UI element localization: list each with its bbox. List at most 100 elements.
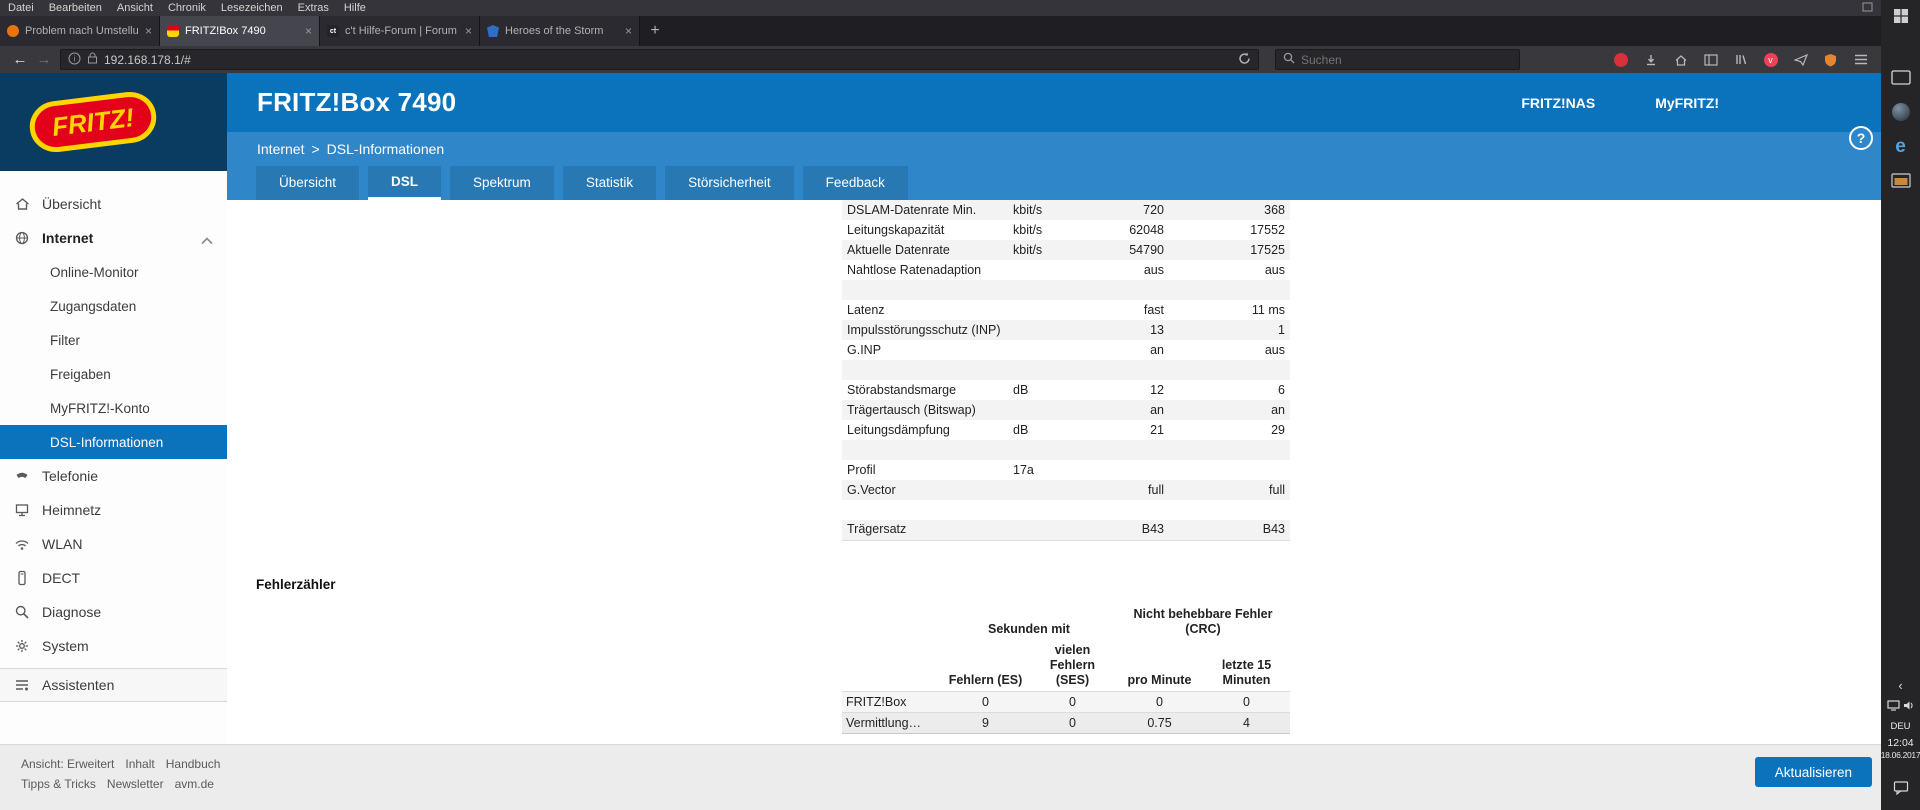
adblock-icon[interactable] — [1612, 51, 1629, 68]
footer-link-avm[interactable]: avm.de — [175, 777, 214, 791]
show-hidden-icons-chevron[interactable]: ‹ — [1898, 678, 1902, 693]
browser-tab-4[interactable]: Heroes of the Storm × — [480, 16, 640, 46]
sidebar-item-zugangsdaten[interactable]: Zugangsdaten — [0, 289, 227, 323]
sidebar-item-system[interactable]: System — [0, 629, 227, 663]
menu-chronik[interactable]: Chronik — [168, 2, 206, 14]
row-value-upstream — [1169, 500, 1290, 520]
back-button[interactable]: ← — [8, 49, 32, 71]
footer-link-inhalt[interactable]: Inhalt — [125, 757, 154, 771]
action-center-icon[interactable] — [1893, 780, 1909, 800]
row-value-upstream: 1 — [1169, 320, 1290, 340]
info-icon[interactable]: i — [68, 52, 81, 68]
sidebar-item-myfritz-konto[interactable]: MyFRITZ!-Konto — [0, 391, 227, 425]
footer-link-newsletter[interactable]: Newsletter — [107, 777, 164, 791]
menu-ansicht[interactable]: Ansicht — [117, 2, 153, 14]
breadcrumb-section[interactable]: Internet — [257, 141, 304, 157]
hamburger-menu-icon[interactable] — [1852, 51, 1869, 68]
sidebar-item-label: Diagnose — [42, 604, 102, 620]
start-button[interactable] — [1893, 8, 1909, 29]
url-input[interactable] — [104, 52, 1232, 67]
fritznas-link[interactable]: FRITZ!NAS — [1521, 95, 1595, 111]
sidebar-item-internet[interactable]: Internet — [0, 221, 227, 255]
table-row: Nahtlose Ratenadaption aus aus — [842, 260, 1290, 280]
browser-tab-fritzbox[interactable]: FRITZ!Box 7490 × — [160, 16, 320, 46]
sidebar-item-filter[interactable]: Filter — [0, 323, 227, 357]
row-value-downstream — [1066, 280, 1169, 300]
library-icon[interactable] — [1732, 51, 1749, 68]
window-icon[interactable] — [1862, 2, 1873, 15]
row-value-upstream: aus — [1264, 342, 1285, 357]
row-value-upstream: aus — [1264, 262, 1285, 277]
fritz-header: FRITZ!Box 7490 FRITZ!NAS MyFRITZ! — [227, 73, 1881, 132]
row-value-downstream: an — [1150, 342, 1164, 357]
menu-hilfe[interactable]: Hilfe — [344, 2, 366, 14]
keyboard-language[interactable]: DEU — [1890, 721, 1910, 732]
sidebar-item-online-monitor[interactable]: Online-Monitor — [0, 255, 227, 289]
task-view-icon[interactable] — [1888, 65, 1914, 91]
shield-icon[interactable] — [1822, 51, 1839, 68]
send-icon[interactable] — [1792, 51, 1809, 68]
browser-tab-1[interactable]: Problem nach Umstellung a × — [0, 16, 160, 46]
sidebar-item-wlan[interactable]: WLAN — [0, 527, 227, 561]
table-row: Leitungsdämpfung dB 21 29 — [842, 420, 1290, 440]
sidebar-item-uebersicht[interactable]: Übersicht — [0, 187, 227, 221]
reload-icon[interactable] — [1238, 52, 1251, 68]
row-label — [842, 440, 1008, 460]
taskbar-clock[interactable]: 12:04 18.06.2017 — [1881, 737, 1920, 761]
magnifier-icon — [12, 604, 32, 620]
table-row: Latenz fast 11 ms — [842, 300, 1290, 320]
help-button[interactable]: ? — [1849, 126, 1873, 150]
sidebar-item-telefonie[interactable]: Telefonie — [0, 459, 227, 493]
row-value-upstream: 29 — [1271, 422, 1285, 437]
dect-handset-icon — [12, 570, 32, 586]
svg-text:i: i — [74, 54, 76, 63]
tab-stoersicherheit[interactable]: Störsicherheit — [665, 166, 794, 200]
footer-link-handbuch[interactable]: Handbuch — [166, 757, 221, 771]
file-explorer-icon[interactable] — [1888, 167, 1914, 193]
forward-button[interactable]: ← — [32, 49, 56, 71]
menu-bearbeiten[interactable]: Bearbeiten — [49, 2, 102, 14]
menu-datei[interactable]: Datei — [8, 2, 34, 14]
home-icon[interactable] — [1672, 51, 1689, 68]
menu-extras[interactable]: Extras — [298, 2, 329, 14]
volume-tray-icon[interactable] — [1903, 698, 1915, 716]
close-tab-icon[interactable]: × — [305, 24, 312, 38]
myfritz-link[interactable]: MyFRITZ! — [1655, 95, 1719, 111]
downloads-icon[interactable] — [1642, 51, 1659, 68]
footer-link-tipps[interactable]: Tipps & Tricks — [21, 777, 96, 791]
browser-tab-3[interactable]: ct c't Hilfe-Forum | Forum - h × — [320, 16, 480, 46]
app-icon-sphere[interactable] — [1888, 99, 1914, 125]
col-header-per-minute: pro Minute — [1127, 672, 1192, 687]
menu-lesezeichen[interactable]: Lesezeichen — [221, 2, 283, 14]
sidebar-toggle-icon[interactable] — [1702, 51, 1719, 68]
tab-dsl[interactable]: DSL — [368, 166, 442, 200]
tab-statistik[interactable]: Statistik — [562, 166, 657, 200]
tab-uebersicht[interactable]: Übersicht — [256, 166, 360, 200]
edge-browser-icon[interactable]: e — [1888, 133, 1914, 159]
sidebar-item-heimnetz[interactable]: Heimnetz — [0, 493, 227, 527]
row-label: Trägersatz — [842, 520, 1008, 540]
taskbar-tray: ‹ DEU 12:04 18.06.2017 — [1881, 678, 1920, 810]
new-tab-button[interactable]: + — [640, 16, 670, 46]
close-tab-icon[interactable]: × — [145, 24, 152, 38]
sidebar-item-label: Assistenten — [42, 677, 115, 693]
sidebar-item-dect[interactable]: DECT — [0, 561, 227, 595]
search-bar[interactable] — [1275, 49, 1520, 70]
footer-link-ansicht[interactable]: Ansicht: Erweitert — [21, 757, 114, 771]
sidebar-item-dsl-informationen[interactable]: DSL-Informationen — [0, 425, 227, 459]
pocket-icon[interactable]: v — [1762, 51, 1779, 68]
tab-spektrum[interactable]: Spektrum — [450, 166, 554, 200]
close-tab-icon[interactable]: × — [465, 24, 472, 38]
row-unit: kbit/s — [1008, 200, 1066, 220]
table-row: G.Vector full full — [842, 480, 1290, 500]
row-unit — [1008, 320, 1066, 340]
sidebar-item-diagnose[interactable]: Diagnose — [0, 595, 227, 629]
url-bar[interactable]: i — [60, 49, 1259, 70]
search-input[interactable] — [1301, 52, 1512, 67]
close-tab-icon[interactable]: × — [625, 24, 632, 38]
sidebar-item-freigaben[interactable]: Freigaben — [0, 357, 227, 391]
tab-feedback[interactable]: Feedback — [802, 166, 908, 200]
aktualisieren-button[interactable]: Aktualisieren — [1754, 757, 1872, 787]
sidebar-item-assistenten[interactable]: Assistenten — [0, 668, 227, 702]
network-tray-icon[interactable] — [1886, 698, 1900, 716]
